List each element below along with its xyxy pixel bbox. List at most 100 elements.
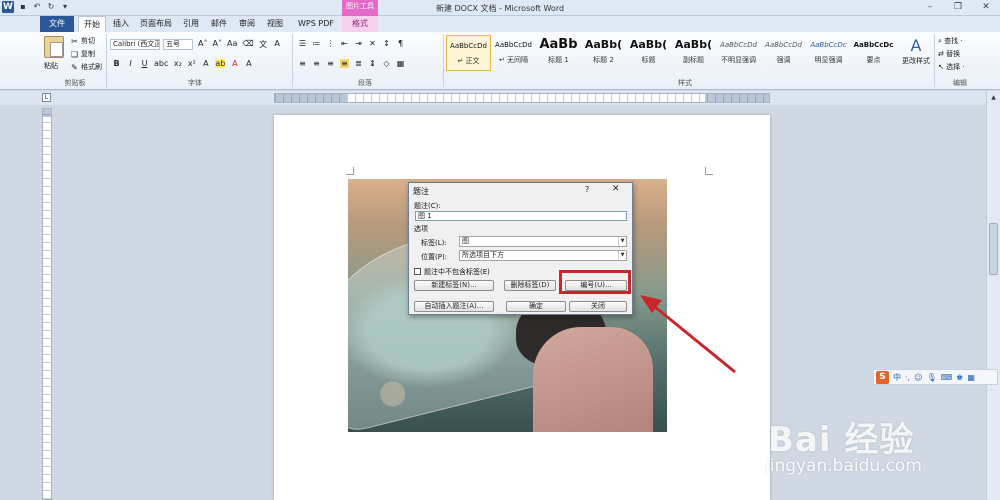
tab-page-layout[interactable]: 页面布局 <box>136 16 176 32</box>
scroll-thumb[interactable] <box>989 223 998 275</box>
ime-toolbar[interactable]: S 中 ·, ☺ 🎙 ⌨ ♚ ▦ <box>873 369 998 385</box>
line-spacing-icon[interactable]: ↨ <box>368 59 377 68</box>
align-left-icon[interactable]: ≡ <box>298 59 307 68</box>
font-name-combo[interactable]: Calibri (西文正 <box>110 39 160 50</box>
distributed-icon[interactable]: ≣ <box>354 59 363 68</box>
increase-indent-icon[interactable]: ⇥ <box>354 39 363 48</box>
cut-label: 剪切 <box>81 37 95 45</box>
caption-input[interactable]: 图 1 <box>415 211 627 221</box>
char-shading-icon[interactable]: A <box>244 59 253 68</box>
font-size-combo[interactable]: 五号 <box>163 39 193 50</box>
char-border-icon[interactable]: A <box>273 39 282 50</box>
tab-selector-icon[interactable]: L <box>42 93 51 102</box>
shrink-font-icon[interactable]: A˅ <box>212 39 221 50</box>
style-intense-emphasis[interactable]: AaBbCcDc 明显强调 <box>806 35 851 71</box>
chinese-layout-icon[interactable]: ✕ <box>368 39 377 48</box>
tab-mailings[interactable]: 邮件 <box>206 16 232 32</box>
highlight-color-icon[interactable]: ab <box>215 59 226 68</box>
paste-button[interactable]: 粘贴 <box>44 61 58 71</box>
style-normal[interactable]: AaBbCcDd ↵ 正文 <box>446 35 491 71</box>
autocaption-button[interactable]: 自动插入题注(A)... <box>414 301 494 312</box>
justify-icon[interactable]: ≡ <box>340 59 349 68</box>
borders-icon[interactable]: ▦ <box>396 59 405 68</box>
clear-format-icon[interactable]: ⌫ <box>242 39 253 50</box>
scissors-icon: ✂ <box>71 36 78 46</box>
style-subtle-emphasis[interactable]: AaBbCcDd 不明显强调 <box>716 35 761 71</box>
tab-insert[interactable]: 插入 <box>108 16 134 32</box>
font-color-icon[interactable]: A <box>230 59 239 68</box>
sort-icon[interactable]: ↕ <box>382 39 391 48</box>
paste-icon[interactable] <box>44 36 64 58</box>
shading-icon[interactable]: ◇ <box>382 59 391 68</box>
style-name: 不明显强调 <box>721 56 756 64</box>
superscript-icon[interactable]: x² <box>187 59 196 68</box>
bullets-icon[interactable]: ☰ <box>298 39 307 48</box>
strikethrough-icon[interactable]: abc <box>154 59 168 68</box>
align-right-icon[interactable]: ≡ <box>326 59 335 68</box>
cut-button[interactable]: ✂ 剪切 <box>70 36 95 46</box>
delete-label-button[interactable]: 删除标签(D) <box>504 280 556 291</box>
dialog-close-icon[interactable]: ✕ <box>612 184 620 194</box>
style-title[interactable]: AaBb(标题 <box>626 35 671 71</box>
skin-icon[interactable]: ♚ <box>956 373 963 382</box>
format-painter-button[interactable]: ✎ 格式刷 <box>70 62 102 72</box>
punctuation-icon[interactable]: ·, <box>905 373 910 382</box>
paste-label: 粘贴 <box>44 62 58 70</box>
change-styles-button[interactable]: A 更改样式 <box>900 36 932 66</box>
style-emphasis[interactable]: AaBbCcDd 强调 <box>761 35 806 71</box>
close-button[interactable]: 关闭 <box>569 301 627 312</box>
keyboard-icon[interactable]: ⌨ <box>941 373 953 382</box>
emoji-icon[interactable]: ☺ <box>914 373 922 382</box>
underline-icon[interactable]: U <box>140 59 149 68</box>
ok-button[interactable]: 确定 <box>506 301 566 312</box>
style-no-spacing[interactable]: AaBbCcDd ↵ 无间隔 <box>491 35 536 71</box>
numbering-icon[interactable]: ≔ <box>312 39 321 48</box>
horizontal-ruler[interactable] <box>274 93 770 103</box>
align-center-icon[interactable]: ≡ <box>312 59 321 68</box>
chevron-down-icon: ▼ <box>618 251 626 260</box>
vertical-ruler[interactable] <box>42 108 52 500</box>
grow-font-icon[interactable]: A˄ <box>198 39 207 50</box>
italic-icon[interactable]: I <box>126 59 135 68</box>
minimize-icon[interactable]: – <box>916 0 944 14</box>
style-sample: AaBbCcDd <box>720 41 757 49</box>
label-select[interactable]: 图 ▼ <box>459 236 627 247</box>
find-button[interactable]: ⌕ 查找 · <box>938 36 965 46</box>
replace-button[interactable]: ⇄ 替换 <box>938 49 965 59</box>
toolbox-icon[interactable]: ▦ <box>967 373 975 382</box>
dialog-help-icon[interactable]: ? <box>585 185 589 194</box>
subscript-icon[interactable]: x₂ <box>173 59 182 68</box>
show-marks-icon[interactable]: ¶ <box>396 39 405 48</box>
scroll-up-icon[interactable]: ▲ <box>989 93 998 102</box>
select-button[interactable]: ↖ 选择 · <box>938 62 965 72</box>
style-heading-2[interactable]: AaBb(标题 2 <box>581 35 626 71</box>
style-heading-1[interactable]: AaBb 标题 1 <box>536 35 581 71</box>
restore-icon[interactable]: ❐ <box>944 0 972 14</box>
styles-group-label: 样式 <box>678 79 692 87</box>
tab-review[interactable]: 审阅 <box>234 16 260 32</box>
decrease-indent-icon[interactable]: ⇤ <box>340 39 349 48</box>
editing-group-label: 编辑 <box>953 79 967 87</box>
tab-wps-pdf[interactable]: WPS PDF <box>294 16 338 32</box>
tab-references[interactable]: 引用 <box>178 16 204 32</box>
position-select[interactable]: 所选项目下方 ▼ <box>459 250 627 261</box>
ime-mode[interactable]: 中 <box>893 372 901 383</box>
text-effects-icon[interactable]: A <box>201 59 210 68</box>
tab-view[interactable]: 视图 <box>262 16 288 32</box>
tab-home[interactable]: 开始 <box>78 16 106 32</box>
phonetic-icon[interactable]: 文 <box>259 39 268 50</box>
sogou-logo-icon[interactable]: S <box>876 370 889 384</box>
style-subtitle[interactable]: AaBb(副标题 <box>671 35 716 71</box>
new-label-button[interactable]: 新建标签(N)... <box>414 280 494 291</box>
exclude-label-checkbox[interactable] <box>414 268 421 275</box>
vertical-scrollbar[interactable]: ▲ <box>986 91 1000 500</box>
close-window-icon[interactable]: ✕ <box>972 0 1000 14</box>
tab-file[interactable]: 文件 <box>40 16 74 32</box>
multilevel-list-icon[interactable]: ⋮ <box>326 39 335 48</box>
bold-icon[interactable]: B <box>112 59 121 68</box>
tab-format[interactable]: 格式 <box>342 16 378 32</box>
change-case-icon[interactable]: Aa <box>227 39 237 50</box>
copy-button[interactable]: ❏ 复制 <box>70 49 95 59</box>
voice-icon[interactable]: 🎙 <box>926 373 936 382</box>
style-strong[interactable]: AaBbCcDc 要点 <box>851 35 896 71</box>
